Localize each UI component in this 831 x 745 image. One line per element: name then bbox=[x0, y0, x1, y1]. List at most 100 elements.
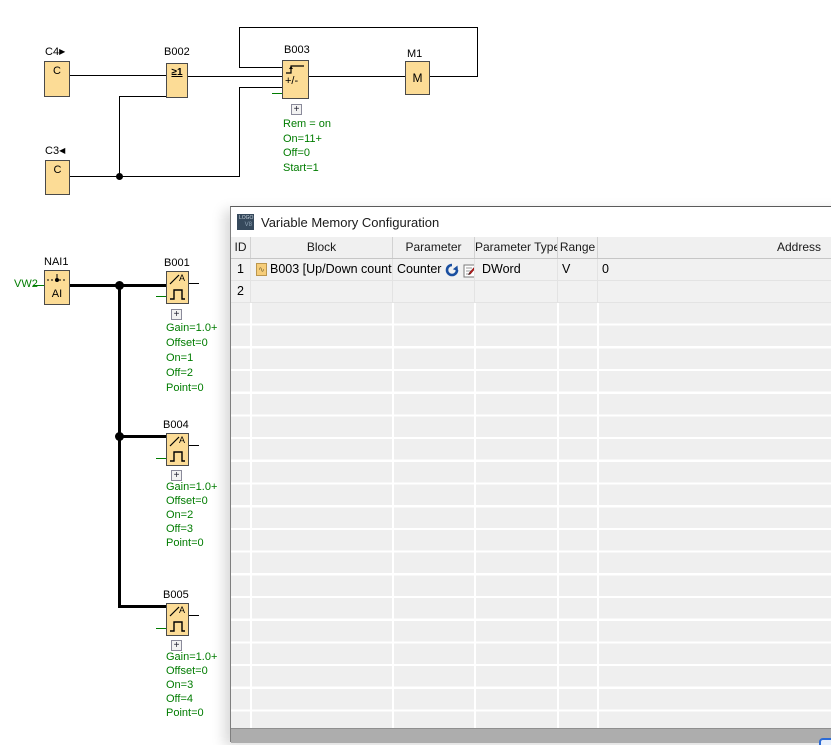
cell-parameter-type bbox=[475, 281, 558, 302]
cell-block bbox=[251, 281, 393, 302]
edit-icon[interactable] bbox=[463, 262, 475, 278]
block-m1-marker[interactable]: M bbox=[405, 61, 430, 95]
block-mini-icon: ∿ bbox=[256, 263, 267, 276]
output-stub bbox=[189, 445, 199, 446]
block-label-c3: C3◀ bbox=[45, 145, 65, 157]
table-row[interactable]: 2 bbox=[231, 281, 831, 303]
analog-input-symbol: AI bbox=[45, 288, 69, 300]
block-b001-analog-trigger[interactable]: A bbox=[166, 271, 189, 304]
empty-table-rows bbox=[231, 303, 831, 728]
block-label-nai1: NAI1 bbox=[44, 256, 68, 268]
wire-segment bbox=[430, 76, 478, 77]
table-row[interactable]: 1 ∿ B003 [Up/Down counter] Counter DWord… bbox=[231, 259, 831, 281]
refresh-icon[interactable] bbox=[444, 262, 460, 278]
column-gridline bbox=[392, 303, 394, 728]
cell-address[interactable] bbox=[598, 281, 831, 302]
block-label-b002: B002 bbox=[164, 46, 190, 58]
b005-parameters: Gain=1.0+ Offset=0 On=3 Off=4 Point=0 bbox=[166, 650, 217, 720]
block-b004-analog-trigger[interactable]: A bbox=[166, 433, 189, 466]
block-nai1-analog-input[interactable]: AI bbox=[44, 270, 70, 305]
wire-segment bbox=[239, 27, 478, 28]
cell-range bbox=[558, 281, 598, 302]
cell-id: 2 bbox=[231, 281, 251, 302]
block-label-b005: B005 bbox=[163, 589, 189, 601]
updown-symbol: +/- bbox=[285, 75, 298, 87]
block-b002-or[interactable]: ≥1 bbox=[166, 63, 188, 98]
wire-segment bbox=[70, 75, 166, 76]
edge-step-icon bbox=[284, 62, 307, 75]
cell-parameter-type: DWord bbox=[475, 259, 558, 280]
junction-dot bbox=[116, 173, 123, 180]
wire-segment bbox=[239, 87, 240, 177]
cell-parameter[interactable] bbox=[393, 281, 475, 302]
block-c4[interactable]: C bbox=[44, 61, 70, 97]
cell-id: 1 bbox=[231, 259, 251, 280]
column-gridline bbox=[597, 303, 599, 728]
b004-parameters: Gain=1.0+ Offset=0 On=2 Off=3 Point=0 bbox=[166, 480, 217, 550]
column-header-block: Block bbox=[251, 237, 393, 258]
column-header-address: Address bbox=[598, 237, 831, 258]
output-stub bbox=[189, 283, 199, 284]
expand-parameters-button[interactable]: + bbox=[291, 104, 302, 115]
wire-segment bbox=[239, 27, 240, 68]
vw2-label: VW2 bbox=[14, 278, 38, 290]
variable-memory-configuration-dialog: LOGO V8 Variable Memory Configuration ID… bbox=[230, 206, 831, 742]
block-label-c4: C4▶ bbox=[45, 46, 65, 58]
analog-letter: A bbox=[179, 435, 185, 445]
b003-parameters: Rem = on On=11+ Off=0 Start=1 bbox=[283, 117, 331, 175]
cell-range: V bbox=[558, 259, 598, 280]
connector-flag-left-icon: ◀ bbox=[59, 146, 65, 155]
block-b003-updown-counter[interactable]: +/- bbox=[282, 60, 309, 99]
column-header-range: Range bbox=[558, 237, 598, 258]
unconnected-input-stub bbox=[156, 296, 166, 297]
dialog-button-bar bbox=[231, 728, 831, 743]
counter-symbol: C bbox=[45, 65, 69, 77]
wire-segment bbox=[188, 76, 282, 77]
cell-block: ∿ B003 [Up/Down counter] bbox=[251, 259, 393, 280]
table-header-row: ID Block Parameter Parameter Type Range … bbox=[231, 237, 831, 259]
block-c3[interactable]: C bbox=[45, 160, 70, 195]
cell-address[interactable]: 0 bbox=[598, 259, 831, 280]
column-header-id: ID bbox=[231, 237, 251, 258]
block-label-b001: B001 bbox=[164, 257, 190, 269]
wire-segment bbox=[119, 96, 166, 97]
analog-letter: A bbox=[179, 273, 185, 283]
wire-segment bbox=[118, 284, 121, 608]
column-gridline bbox=[474, 303, 476, 728]
wire-segment bbox=[118, 435, 166, 438]
block-label-m1: M1 bbox=[407, 48, 422, 60]
wire-segment bbox=[477, 27, 478, 77]
column-gridline bbox=[250, 303, 252, 728]
cell-parameter[interactable]: Counter bbox=[393, 259, 475, 280]
wire-segment bbox=[70, 176, 240, 177]
or-gate-symbol: ≥1 bbox=[167, 67, 187, 78]
column-header-parameter-type: Parameter Type bbox=[475, 237, 558, 258]
output-stub bbox=[189, 615, 199, 616]
block-label-b004: B004 bbox=[163, 419, 189, 431]
dialog-title: Variable Memory Configuration bbox=[261, 215, 439, 230]
wire-segment bbox=[239, 67, 282, 68]
wire-segment bbox=[239, 87, 282, 88]
connector-flag-right-icon: ▶ bbox=[59, 47, 65, 56]
junction-dot bbox=[115, 281, 124, 290]
block-label-b003: B003 bbox=[284, 44, 310, 56]
marker-symbol: M bbox=[406, 62, 429, 94]
dialog-titlebar[interactable]: LOGO V8 Variable Memory Configuration bbox=[231, 207, 831, 237]
wire-segment bbox=[119, 96, 120, 177]
counter-symbol: C bbox=[46, 164, 69, 176]
junction-dot bbox=[115, 432, 124, 441]
block-b005-analog-trigger[interactable]: A bbox=[166, 603, 189, 636]
unconnected-input-stub bbox=[156, 628, 166, 629]
wire-segment bbox=[309, 76, 405, 77]
b001-parameters: Gain=1.0+ Offset=0 On=1 Off=2 Point=0 bbox=[166, 321, 217, 396]
wire-segment bbox=[118, 605, 166, 608]
network-analog-input-icon bbox=[45, 272, 69, 284]
logo-soft-comfort-window: { "canvas": { "wire_color": "#000000", "… bbox=[0, 0, 831, 742]
expand-parameters-button[interactable]: + bbox=[171, 309, 182, 320]
column-header-parameter: Parameter bbox=[393, 237, 475, 258]
logo-app-icon: LOGO V8 bbox=[237, 214, 254, 230]
unconnected-input-stub bbox=[272, 93, 282, 94]
analog-letter: A bbox=[179, 605, 185, 615]
unconnected-input-stub bbox=[156, 458, 166, 459]
column-gridline bbox=[557, 303, 559, 728]
